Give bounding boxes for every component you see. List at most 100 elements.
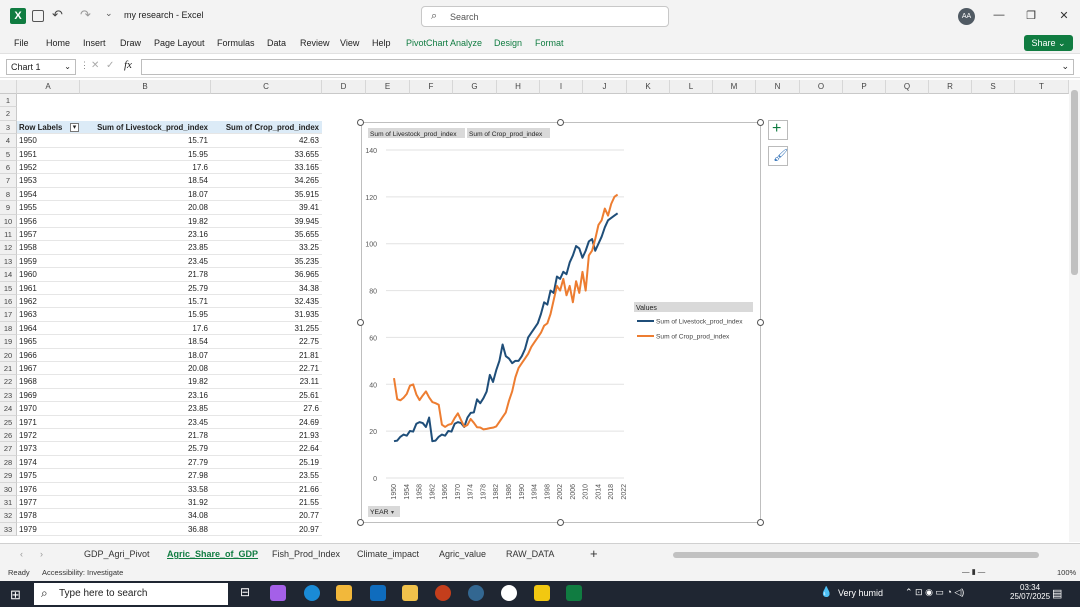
tab-insert[interactable]: Insert bbox=[83, 38, 106, 48]
copilot-icon[interactable] bbox=[270, 585, 286, 601]
row-header[interactable]: 7 bbox=[0, 174, 17, 188]
row-header[interactable]: 2 bbox=[0, 107, 17, 121]
restore-icon[interactable]: ❐ bbox=[1024, 9, 1038, 22]
row-header[interactable]: 27 bbox=[0, 442, 17, 456]
tab-review[interactable]: Review bbox=[300, 38, 330, 48]
row-header[interactable]: 11 bbox=[0, 228, 17, 242]
table-row[interactable]: 1962 bbox=[17, 295, 80, 309]
column-header[interactable]: Q bbox=[886, 80, 929, 94]
power-bi-icon[interactable] bbox=[534, 585, 550, 601]
tab-data[interactable]: Data bbox=[267, 38, 286, 48]
search-box[interactable]: ⌕ Search bbox=[421, 6, 669, 27]
table-cell[interactable]: 22.75 bbox=[211, 335, 322, 349]
customize-toolbar-icon[interactable]: ⌄ bbox=[105, 8, 113, 19]
weather-text[interactable]: Very humid bbox=[838, 588, 883, 598]
enter-icon[interactable]: ✓ bbox=[106, 60, 114, 71]
horizontal-scrollbar[interactable] bbox=[673, 552, 1039, 558]
zoom-level[interactable]: 100% bbox=[1057, 568, 1076, 577]
row-header[interactable]: 17 bbox=[0, 308, 17, 322]
close-icon[interactable]: ✕ bbox=[1057, 9, 1071, 22]
pivot-chart[interactable]: 0 20 40 60 80 100 120 140 1950 1954 1958 1962 1966 19… bbox=[361, 122, 761, 523]
table-cell[interactable]: 18.54 bbox=[80, 335, 211, 349]
table-cell[interactable]: 42.63 bbox=[211, 134, 322, 148]
table-cell[interactable]: 19.82 bbox=[80, 375, 211, 389]
row-header[interactable]: 13 bbox=[0, 254, 17, 269]
table-row[interactable]: 1972 bbox=[17, 429, 80, 443]
column-header[interactable]: R bbox=[929, 80, 972, 94]
table-cell[interactable]: 35.655 bbox=[211, 228, 322, 242]
sheet-tab-agric-share-of-gdp[interactable]: Agric_Share_of_GDP bbox=[167, 549, 258, 559]
tab-formulas[interactable]: Formulas bbox=[217, 38, 255, 48]
table-cell[interactable]: 27.6 bbox=[211, 402, 322, 416]
column-header[interactable]: K bbox=[627, 80, 670, 94]
row-header[interactable]: 6 bbox=[0, 161, 17, 175]
table-cell[interactable]: 19.82 bbox=[80, 215, 211, 228]
clock[interactable]: 03:34 25/07/2025 bbox=[1010, 583, 1050, 601]
table-cell[interactable]: 34.08 bbox=[80, 509, 211, 523]
table-row[interactable]: 1966 bbox=[17, 349, 80, 362]
sheet-tab-fish-prod-index[interactable]: Fish_Prod_Index bbox=[272, 549, 340, 559]
add-sheet-icon[interactable]: + bbox=[590, 546, 598, 561]
row-header[interactable]: 18 bbox=[0, 321, 17, 336]
row-header[interactable]: 19 bbox=[0, 335, 17, 349]
table-cell[interactable]: 39.41 bbox=[211, 201, 322, 215]
table-row[interactable]: 1953 bbox=[17, 174, 80, 188]
table-row[interactable]: 1964 bbox=[17, 322, 80, 336]
row-header[interactable]: 9 bbox=[0, 201, 17, 215]
column-header[interactable]: F bbox=[410, 80, 453, 94]
table-row[interactable]: 1960 bbox=[17, 268, 80, 282]
row-header[interactable]: 25 bbox=[0, 415, 17, 429]
row-header[interactable]: 26 bbox=[0, 429, 17, 443]
cancel-icon[interactable]: ✕ bbox=[91, 60, 99, 71]
table-cell[interactable]: 22.64 bbox=[211, 442, 322, 456]
column-header[interactable]: H bbox=[497, 80, 540, 94]
table-row[interactable]: 1970 bbox=[17, 402, 80, 416]
column-header[interactable]: P bbox=[843, 80, 886, 94]
outlook-icon[interactable] bbox=[370, 585, 386, 601]
table-row[interactable]: 1956 bbox=[17, 215, 80, 228]
row-header[interactable]: 28 bbox=[0, 455, 17, 470]
table-row[interactable]: 1978 bbox=[17, 509, 80, 523]
table-cell[interactable]: 27.79 bbox=[80, 456, 211, 470]
table-cell[interactable]: 21.66 bbox=[211, 483, 322, 496]
row-header[interactable]: 14 bbox=[0, 268, 17, 282]
table-cell[interactable]: 34.38 bbox=[211, 282, 322, 295]
select-all-corner[interactable] bbox=[0, 80, 17, 94]
table-cell[interactable]: 35.235 bbox=[211, 255, 322, 269]
table-cell[interactable]: 31.935 bbox=[211, 308, 322, 322]
row-header[interactable]: 8 bbox=[0, 187, 17, 202]
table-cell[interactable]: 31.92 bbox=[80, 496, 211, 510]
row-header[interactable]: 23 bbox=[0, 388, 17, 403]
column-header[interactable]: E bbox=[366, 80, 410, 94]
table-cell[interactable]: 23.85 bbox=[80, 402, 211, 416]
table-cell[interactable]: 24.69 bbox=[211, 416, 322, 429]
table-row[interactable]: 1950 bbox=[17, 134, 80, 148]
table-row[interactable]: 1955 bbox=[17, 201, 80, 215]
notifications-icon[interactable]: ▤ bbox=[1052, 587, 1062, 600]
filter-dropdown-icon[interactable]: ▾ bbox=[70, 122, 79, 132]
tab-design[interactable]: Design bbox=[494, 38, 522, 48]
row-header[interactable]: 22 bbox=[0, 375, 17, 389]
table-cell[interactable]: 33.655 bbox=[211, 148, 322, 161]
table-cell[interactable]: 23.85 bbox=[80, 241, 211, 255]
minimize-icon[interactable]: — bbox=[992, 9, 1006, 21]
chart-elements-button[interactable]: + bbox=[768, 120, 788, 140]
table-cell[interactable]: 25.79 bbox=[80, 442, 211, 456]
row-header[interactable]: 15 bbox=[0, 281, 17, 295]
row-header[interactable]: 21 bbox=[0, 362, 17, 376]
tab-draw[interactable]: Draw bbox=[120, 38, 141, 48]
undo-icon[interactable]: ↶ bbox=[52, 7, 63, 23]
table-row[interactable]: 1971 bbox=[17, 416, 80, 429]
powerpoint-icon[interactable] bbox=[435, 585, 451, 601]
sheet-tab-climate-impact[interactable]: Climate_impact bbox=[357, 549, 419, 559]
table-row[interactable]: 1954 bbox=[17, 188, 80, 202]
table-row[interactable]: 1977 bbox=[17, 496, 80, 510]
table-row[interactable]: 1969 bbox=[17, 389, 80, 403]
column-header[interactable]: B bbox=[80, 80, 211, 94]
table-cell[interactable]: 33.25 bbox=[211, 241, 322, 255]
table-row[interactable]: 1973 bbox=[17, 442, 80, 456]
column-header[interactable]: S bbox=[972, 80, 1015, 94]
table-cell[interactable]: 23.11 bbox=[211, 375, 322, 389]
chatgpt-icon[interactable] bbox=[501, 585, 517, 601]
table-cell[interactable]: 36.965 bbox=[211, 268, 322, 282]
